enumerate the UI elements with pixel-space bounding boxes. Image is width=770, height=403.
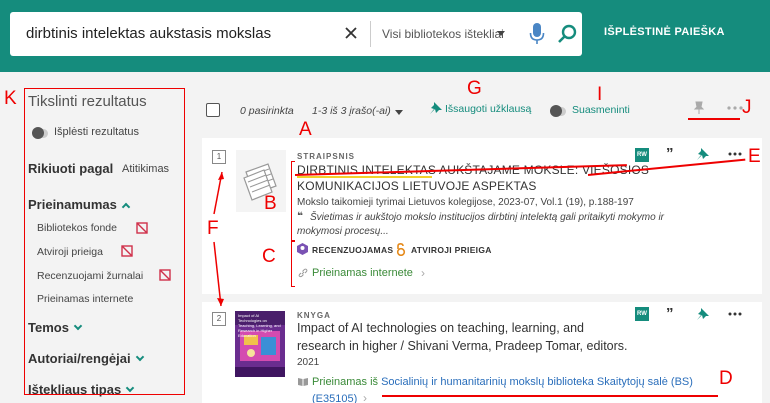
result-title[interactable]: Impact of AI technologies on teaching, l…	[297, 321, 584, 335]
badge-peer-reviewed: RECENZUOJAMAS	[312, 245, 394, 255]
search-box[interactable]: dirbtinis intelektas aukstasis mokslas V…	[10, 12, 582, 56]
advanced-search-link[interactable]: IŠPLĖSTINĖ PAIEŠKA	[604, 26, 725, 38]
annotation-box-c	[291, 241, 295, 287]
range-caret-icon[interactable]	[395, 110, 403, 115]
result-number: 2	[212, 312, 226, 326]
chevron-right-icon[interactable]: ›	[421, 266, 425, 280]
pin-record-icon[interactable]	[696, 147, 710, 161]
result-title-line2[interactable]: KOMUNIKACIJOS LIETUVOJE ASPEKTAS	[297, 179, 537, 193]
search-input[interactable]: dirbtinis intelektas aukstasis mokslas	[26, 25, 271, 42]
result-number: 1	[212, 150, 226, 164]
badge-open-access: ATVIROJI PRIEIGA	[411, 245, 492, 255]
result-type: KNYGA	[297, 311, 331, 320]
scope-caret-icon[interactable]	[497, 31, 505, 36]
select-all-checkbox[interactable]	[206, 103, 220, 117]
chevron-right-icon[interactable]: ›	[363, 391, 367, 403]
book-cover-text: Impact of AI Technologies on Teaching, L…	[238, 313, 281, 338]
result-title-line2[interactable]: research in higher / Shivani Verma, Prad…	[297, 339, 628, 353]
search-scope-select[interactable]: Visi bibliotekos ištekliai	[382, 27, 504, 41]
result-year: 2021	[297, 357, 320, 368]
annotation-line-g	[688, 118, 740, 120]
more-actions-icon[interactable]	[728, 312, 742, 316]
annotation-line-d	[382, 395, 718, 397]
annotation-label-j: I	[597, 84, 603, 105]
availability-prefix: Prieinamas iš	[312, 376, 379, 388]
more-options-icon[interactable]	[727, 106, 743, 110]
cite-icon[interactable]: ”	[666, 305, 674, 322]
annotation-label-e: E	[748, 146, 761, 167]
annotation-label-d: D	[719, 368, 733, 389]
selected-count: 0 pasirinkta	[240, 105, 294, 117]
annotation-arrows-f	[213, 171, 224, 307]
annotation-label-k: K	[4, 88, 17, 109]
search-term-highlight	[297, 176, 432, 178]
search-divider	[370, 21, 371, 47]
result-source: Mokslo taikomieji tyrimai Lietuvos koleg…	[297, 197, 634, 208]
pin-record-icon[interactable]	[696, 307, 710, 321]
cite-icon[interactable]: ”	[666, 145, 674, 162]
microphone-icon[interactable]	[529, 22, 545, 46]
annotation-label-i: G	[467, 78, 482, 99]
personalize-toggle[interactable]	[550, 105, 566, 117]
annotation-label-b: B	[264, 193, 277, 214]
more-actions-icon[interactable]	[728, 152, 742, 156]
result-range-dropdown[interactable]: 1-3 iš 3 įrašo(-ai)	[312, 105, 391, 117]
rw-badge[interactable]: RW	[635, 148, 649, 162]
availability-link[interactable]: Prieinamas internete	[312, 267, 413, 279]
result-type: STRAIPSNIS	[297, 152, 356, 161]
peer-reviewed-icon	[297, 243, 308, 255]
article-thumbnail	[236, 150, 286, 212]
annotation-box-k	[24, 88, 185, 395]
rw-badge[interactable]: RW	[635, 307, 649, 321]
annotation-box-b	[291, 161, 295, 241]
quote-icon: ❝	[297, 211, 303, 222]
search-icon[interactable]	[557, 23, 579, 45]
save-query-link[interactable]: Išsaugoti užklausą	[445, 103, 531, 115]
annotation-label-c: C	[262, 246, 276, 267]
availability-location-link[interactable]: Socialinių ir humanitarinių mokslų bibli…	[381, 376, 693, 388]
result-snippet: Švietimas ir aukštojo mokslo institucijo…	[310, 212, 665, 223]
clear-search-icon[interactable]	[341, 23, 361, 43]
pinned-items-icon[interactable]	[692, 101, 706, 115]
top-header: dirbtinis intelektas aukstasis mokslas V…	[0, 0, 770, 72]
annotation-label-a: A	[299, 119, 312, 140]
annotation-label-g: J	[742, 97, 752, 118]
pin-icon[interactable]	[429, 101, 443, 115]
book-icon	[298, 378, 308, 386]
result-snippet-line2: mokymosi procesų...	[297, 226, 389, 237]
open-access-icon	[396, 243, 406, 256]
call-number[interactable]: (E35105)	[312, 393, 357, 403]
link-icon	[298, 268, 308, 278]
availability-status: Prieinamas iš Socialinių ir humanitarini…	[312, 376, 693, 388]
